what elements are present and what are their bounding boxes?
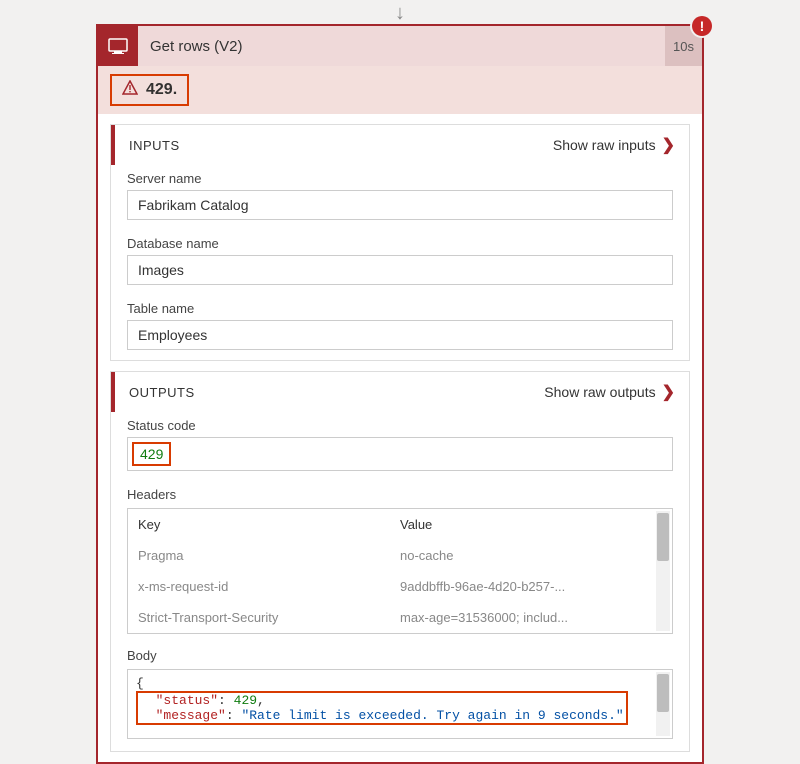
headers-label: Headers	[127, 487, 673, 502]
outputs-panel: OUTPUTS Show raw outputs ❯ Status code 4…	[110, 371, 690, 752]
scroll-thumb[interactable]	[657, 513, 669, 561]
header-key: x-ms-request-id	[138, 579, 400, 594]
error-code-highlight: 429.	[110, 74, 189, 106]
show-raw-inputs-link[interactable]: Show raw inputs ❯	[553, 135, 675, 155]
table-row: Strict-Transport-Security max-age=315360…	[128, 602, 672, 633]
status-code-label: Status code	[127, 418, 673, 433]
outputs-title: OUTPUTS	[129, 385, 195, 400]
headers-header-row: Key Value	[128, 509, 672, 540]
body-message-val: "Rate limit is exceeded. Try again in 9 …	[241, 708, 623, 723]
show-raw-outputs-link[interactable]: Show raw outputs ❯	[544, 382, 675, 402]
status-code-field: Status code 429	[111, 412, 689, 481]
inputs-panel: INPUTS Show raw inputs ❯ Server name Fab…	[110, 124, 690, 361]
inputs-header: INPUTS Show raw inputs ❯	[111, 125, 689, 165]
error-strip: 429.	[98, 66, 702, 114]
headers-col-value: Value	[400, 517, 662, 532]
error-badge-icon: !	[692, 16, 712, 36]
body-scrollbar[interactable]	[656, 672, 670, 736]
headers-scrollbar[interactable]	[656, 511, 670, 631]
show-raw-outputs-label: Show raw outputs	[544, 384, 655, 400]
status-code-box[interactable]: 429	[127, 437, 673, 471]
scroll-thumb[interactable]	[657, 674, 669, 712]
card-header[interactable]: Get rows (V2) 10s	[98, 26, 702, 66]
header-value: 9addbffb-96ae-4d20-b257-...	[400, 579, 662, 594]
table-row: Pragma no-cache	[128, 540, 672, 571]
table-row: x-ms-request-id 9addbffb-96ae-4d20-b257-…	[128, 571, 672, 602]
show-raw-inputs-label: Show raw inputs	[553, 137, 656, 153]
body-label: Body	[127, 648, 673, 663]
body-status-key: "status"	[156, 693, 218, 708]
database-name-field: Database name Images	[111, 230, 689, 295]
headers-table[interactable]: Key Value Pragma no-cache x-ms-request-i…	[127, 508, 673, 634]
header-key: Pragma	[138, 548, 400, 563]
header-key: Strict-Transport-Security	[138, 610, 400, 625]
body-content[interactable]: { "status": 429, "message": "Rate limit …	[127, 669, 673, 739]
server-name-value[interactable]: Fabrikam Catalog	[127, 190, 673, 220]
server-name-field: Server name Fabrikam Catalog	[111, 165, 689, 230]
card-title: Get rows (V2)	[138, 38, 665, 55]
table-name-value[interactable]: Employees	[127, 320, 673, 350]
flow-arrow-icon: ↓	[395, 2, 405, 25]
sql-icon	[98, 26, 138, 66]
inputs-title: INPUTS	[129, 138, 180, 153]
status-code-value: 429	[132, 442, 171, 466]
headers-field: Headers	[111, 481, 689, 508]
header-value: max-age=31536000; includ...	[400, 610, 662, 625]
body-message-key: "message"	[156, 708, 226, 723]
error-code-text: 429.	[146, 81, 177, 99]
table-name-label: Table name	[127, 301, 673, 316]
database-name-label: Database name	[127, 236, 673, 251]
body-field: Body	[111, 642, 689, 669]
table-name-field: Table name Employees	[111, 295, 689, 360]
headers-col-key: Key	[138, 517, 400, 532]
chevron-right-icon: ❯	[662, 382, 675, 402]
database-name-value[interactable]: Images	[127, 255, 673, 285]
warning-icon	[122, 80, 138, 100]
body-status-val: 429	[234, 693, 257, 708]
action-card: ! Get rows (V2) 10s 429. INPUTS Show raw…	[96, 24, 704, 764]
header-value: no-cache	[400, 548, 662, 563]
server-name-label: Server name	[127, 171, 673, 186]
chevron-right-icon: ❯	[662, 135, 675, 155]
outputs-header: OUTPUTS Show raw outputs ❯	[111, 372, 689, 412]
